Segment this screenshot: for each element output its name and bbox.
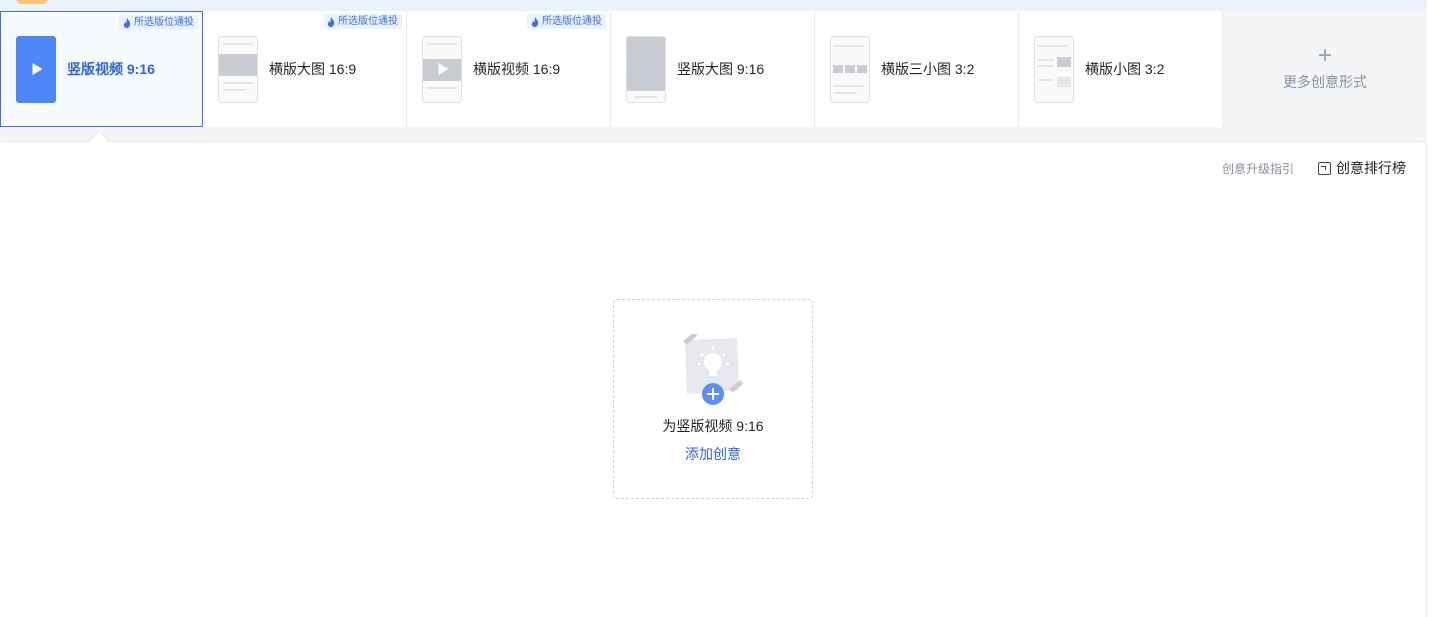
tab-horizontal-video-16-9[interactable]: 所选版位通投 横版视频 16:9 [407, 11, 611, 127]
tab-label: 横版小图 3:2 [1085, 61, 1165, 77]
horizontal-video-thumbnail [422, 35, 462, 103]
tab-vertical-video-9-16[interactable]: 所选版位通投 竖版视频 9:16 [0, 11, 203, 127]
add-card-title: 为竖版视频 9:16 [662, 418, 764, 434]
vertical-video-thumbnail [16, 35, 56, 103]
tab-label: 竖版视频 9:16 [67, 61, 155, 77]
tab-label: 竖版大图 9:16 [677, 61, 765, 77]
creative-ranking-link[interactable]: 创意排行榜 [1318, 158, 1406, 178]
panel-toolbar: 创意升级指引 创意排行榜 [1222, 158, 1406, 178]
creative-upgrade-guide-link[interactable]: 创意升级指引 [1222, 160, 1294, 177]
tab-label: 横版大图 16:9 [269, 61, 357, 77]
placement-badge: 所选版位通投 [323, 14, 402, 29]
tab-vertical-image-9-16[interactable]: 竖版大图 9:16 [611, 11, 815, 127]
three-small-images-thumbnail [830, 35, 870, 103]
lightbulb-card-icon [681, 332, 745, 406]
flame-icon [123, 17, 131, 28]
horizontal-image-thumbnail [218, 35, 258, 103]
plus-icon: + [1317, 42, 1332, 69]
tab-label: 横版三小图 3:2 [881, 61, 975, 77]
play-icon [438, 63, 449, 75]
creative-panel: 创意升级指引 创意排行榜 为竖版视频 9:16 添加创意 [0, 141, 1427, 617]
tab-horizontal-image-16-9[interactable]: 所选版位通投 横版大图 16:9 [203, 11, 407, 127]
ranking-label: 创意排行榜 [1336, 160, 1406, 176]
flame-icon [327, 16, 335, 27]
tab-three-small-images-3-2[interactable]: 横版三小图 3:2 [815, 11, 1019, 127]
badge-label: 所选版位通投 [134, 17, 194, 28]
tab-label: 横版视频 16:9 [473, 61, 561, 77]
add-creative-card[interactable]: 为竖版视频 9:16 添加创意 [613, 299, 813, 499]
add-creative-link[interactable]: 添加创意 [685, 444, 741, 464]
play-icon [32, 63, 43, 75]
flame-icon [531, 16, 539, 27]
tab-small-image-3-2[interactable]: 横版小图 3:2 [1019, 11, 1223, 127]
placement-badge: 所选版位通投 [527, 14, 606, 29]
small-image-thumbnail [1034, 35, 1074, 103]
more-creative-formats-button[interactable]: + 更多创意形式 [1223, 11, 1427, 127]
ranking-icon [1318, 161, 1331, 175]
badge-label: 所选版位通投 [542, 16, 602, 27]
badge-label: 所选版位通投 [338, 16, 398, 27]
vertical-image-thumbnail [626, 35, 666, 103]
creative-format-tabs: 所选版位通投 竖版视频 9:16 所选版位通投 横版大图 16:9 所选版位通投 [0, 11, 1427, 127]
banner-logo [16, 0, 48, 4]
more-label: 更多创意形式 [1283, 74, 1367, 90]
placement-badge: 所选版位通投 [119, 15, 198, 30]
scrollbar[interactable] [1427, 0, 1447, 617]
